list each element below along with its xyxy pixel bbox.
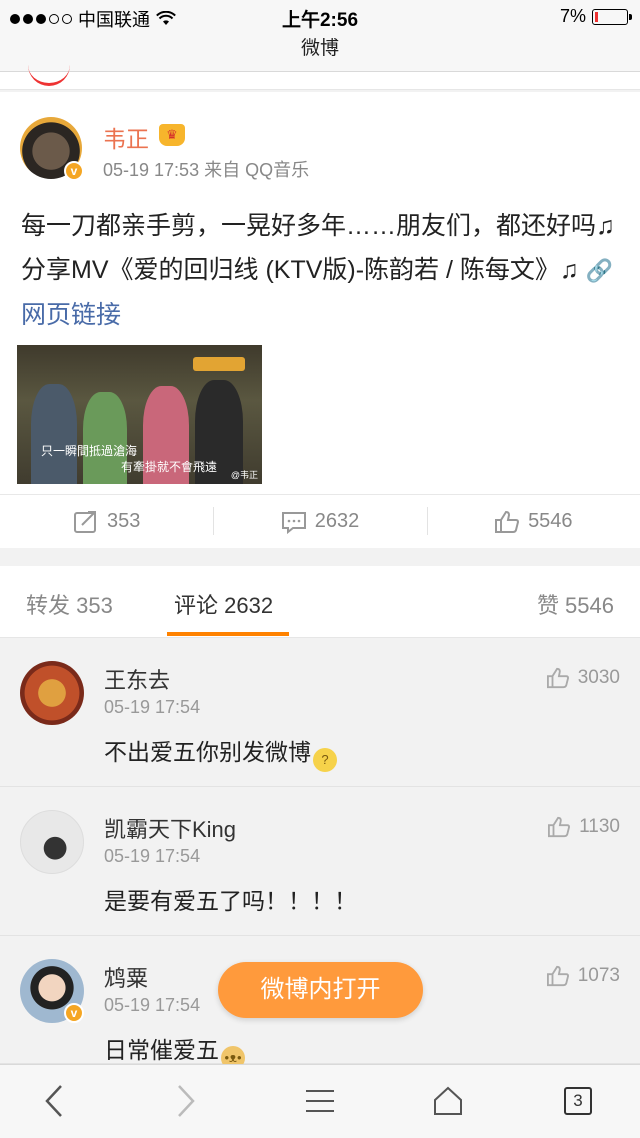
- thumbs-up-icon: [546, 667, 569, 689]
- menu-button[interactable]: [300, 1081, 340, 1121]
- thinking-emoji-icon: ?: [313, 748, 337, 772]
- weibo-post: v 韦正 ♛ 05-19 17:53 来自 QQ音乐 每一刀都亲手剪，一晃好多年…: [0, 92, 640, 548]
- post-body: 每一刀都亲手剪，一晃好多年……朋友们，都还好吗♫分享MV《爱的回归线 (KTV版…: [21, 212, 615, 284]
- post-action-bar: 353 2632 5546: [0, 494, 640, 548]
- thumbs-up-icon: [546, 965, 569, 987]
- post-text: 每一刀都亲手剪，一晃好多年……朋友们，都还好吗♫分享MV《爱的回归线 (KTV版…: [21, 204, 621, 337]
- comment-text: 是要有爱五了吗！！！！: [104, 888, 357, 914]
- web-link[interactable]: 网页链接: [21, 301, 121, 329]
- commenter-name[interactable]: 王东去: [104, 663, 170, 695]
- battery-icon: [592, 8, 632, 25]
- clock: 上午2:56: [281, 10, 359, 31]
- comment-item: 王东去 05-19 17:54 不出爱五你别发微博? 3030: [0, 639, 640, 787]
- comment-count: 2632: [314, 510, 360, 532]
- comment-like-button[interactable]: 3030: [546, 667, 620, 689]
- comment-like-button[interactable]: 1130: [547, 816, 620, 838]
- video-subtitle-1: 只一瞬間抵過滄海: [41, 444, 138, 458]
- vip-crown-icon: ♛: [159, 124, 185, 146]
- chevron-right-icon: [178, 1085, 195, 1117]
- battery-percent: 7%: [559, 6, 586, 26]
- status-bar: 中国联通 上午2:56 7%: [0, 0, 640, 34]
- commenter-avatar[interactable]: [20, 661, 84, 725]
- tab-count: 3: [564, 1087, 592, 1115]
- verified-badge-icon: v: [64, 161, 84, 181]
- tabs-button[interactable]: 3: [558, 1081, 598, 1121]
- post-meta: 05-19 17:53 来自 QQ音乐: [103, 160, 310, 180]
- watermark: @韦正: [230, 470, 258, 480]
- comment-like-button[interactable]: 1073: [546, 965, 620, 987]
- chevron-left-icon: [45, 1085, 62, 1117]
- comment-like-count: 1130: [579, 816, 620, 837]
- thumbs-up-icon: [548, 816, 571, 838]
- repost-icon: [73, 510, 96, 533]
- repost-button[interactable]: 353: [0, 495, 213, 548]
- link-icon: 🔗: [585, 258, 613, 283]
- comment-icon: [281, 511, 306, 534]
- back-button[interactable]: [34, 1081, 74, 1121]
- commenter-name[interactable]: 凯霸天下King: [104, 812, 236, 844]
- browser-toolbar: 3: [0, 1064, 640, 1138]
- active-tab-indicator: [167, 632, 289, 636]
- home-icon: [434, 1086, 462, 1115]
- menu-icon: [306, 1090, 334, 1112]
- interaction-tabs: 转发 353 评论 2632 赞 5546: [0, 566, 640, 638]
- home-button[interactable]: [428, 1081, 468, 1121]
- tab-repost[interactable]: 转发 353: [26, 588, 113, 620]
- thumbs-up-icon: [495, 510, 520, 533]
- nav-title: 微博: [0, 30, 640, 72]
- comment-like-count: 1073: [577, 965, 620, 986]
- verified-badge-icon: v: [64, 1003, 84, 1023]
- like-count: 5546: [528, 510, 573, 532]
- like-button[interactable]: 5546: [426, 495, 640, 548]
- comment-body: 日常催爱五: [104, 1037, 219, 1063]
- commenter-name[interactable]: 鸩粟: [104, 961, 148, 993]
- comment-item: 凯霸天下King 05-19 17:54 是要有爱五了吗！！！！ 1130: [0, 788, 640, 936]
- comment-like-count: 3030: [577, 667, 620, 688]
- battery-info: 7%: [559, 6, 632, 27]
- repost-count: 353: [106, 510, 141, 532]
- author-name[interactable]: 韦正: [103, 120, 149, 154]
- comment-button[interactable]: 2632: [213, 495, 426, 548]
- video-thumbnail[interactable]: 只一瞬間抵過滄海 有牽掛就不會飛遠 @韦正: [17, 345, 262, 484]
- forward-button[interactable]: [166, 1081, 206, 1121]
- tab-comment[interactable]: 评论 2632: [174, 588, 273, 620]
- previous-item-sliver: [0, 72, 640, 90]
- open-in-weibo-button[interactable]: 微博内打开: [218, 962, 423, 1018]
- tab-like[interactable]: 赞 5546: [537, 588, 614, 620]
- comment-time: 05-19 17:54: [104, 697, 201, 717]
- commenter-avatar[interactable]: [20, 810, 84, 874]
- comment-text: 不出爱五你别发微博?: [104, 733, 337, 772]
- video-subtitle-2: 有牽掛就不會飛遠: [121, 460, 218, 474]
- comment-time: 05-19 17:54: [104, 846, 201, 866]
- comment-body: 不出爱五你别发微博: [104, 739, 311, 765]
- comment-time: 05-19 17:54: [104, 995, 201, 1015]
- channel-logo: [193, 357, 245, 371]
